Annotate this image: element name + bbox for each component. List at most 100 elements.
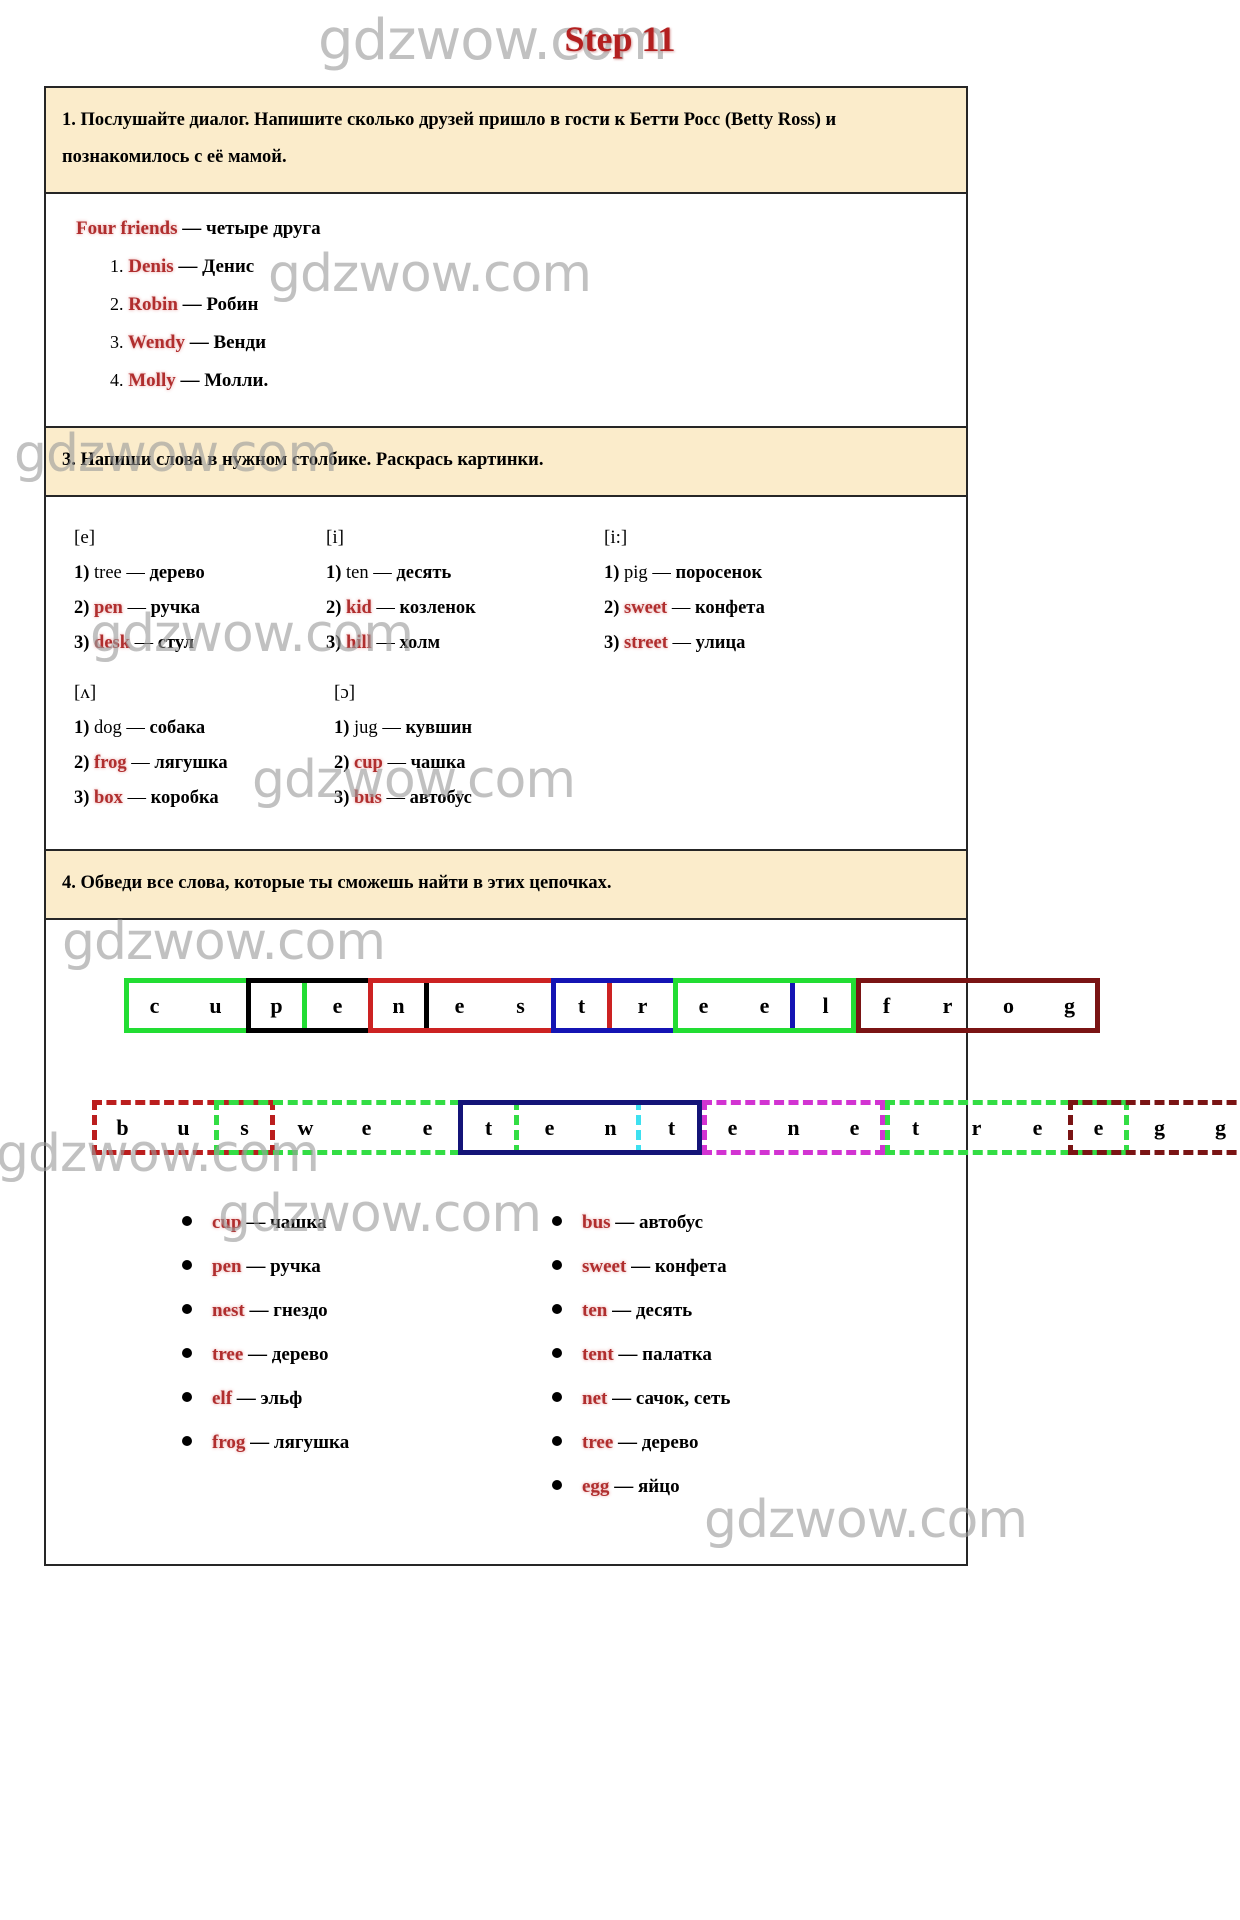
- answer-english: nest: [212, 1300, 245, 1321]
- phonetic-word-row: 1) dog — собака: [74, 718, 326, 739]
- letter-row: cupenestreelfrog: [124, 978, 1100, 1033]
- letter-chain-2[interactable]: busweetentenetreegg: [44, 1082, 1240, 1170]
- letter-cell[interactable]: w: [275, 1100, 336, 1155]
- list-item: 3. Wendy — Венди: [110, 332, 950, 354]
- bullet-icon: [182, 1392, 192, 1402]
- letter-cell[interactable]: s: [490, 978, 551, 1033]
- letter-cell[interactable]: r: [612, 978, 673, 1033]
- letter-cell[interactable]: e: [307, 978, 368, 1033]
- word-index: 3): [74, 788, 95, 808]
- list-item: nest — гнездо: [182, 1300, 506, 1322]
- list-number: 3.: [110, 332, 124, 352]
- name-russian: — Денис: [178, 256, 255, 277]
- letter-cell[interactable]: e: [336, 1100, 397, 1155]
- answer-dash: —: [609, 1476, 638, 1497]
- word-russian: холм: [399, 633, 441, 653]
- bullet-icon: [182, 1348, 192, 1358]
- letter-cell[interactable]: l: [795, 978, 856, 1033]
- answer-russian: яйцо: [637, 1476, 680, 1497]
- letter-cell[interactable]: p: [246, 978, 307, 1033]
- letter-cell[interactable]: e: [429, 978, 490, 1033]
- letter-cell[interactable]: n: [368, 978, 429, 1033]
- phonetic-word-row: 2) cup — чашка: [326, 753, 570, 774]
- word-index: 2): [334, 753, 355, 773]
- word-dash: —: [126, 753, 155, 773]
- list-item: tent — палатка: [552, 1344, 950, 1366]
- task-1-body: Four friends — четыре друга 1. Denis — Д…: [46, 194, 966, 426]
- list-number: 4.: [110, 370, 124, 390]
- letter-cell[interactable]: e: [824, 1100, 885, 1155]
- answer-english: elf: [212, 1388, 233, 1409]
- letter-cell[interactable]: n: [580, 1100, 641, 1155]
- letter-cell[interactable]: b: [92, 1100, 153, 1155]
- letter-cell[interactable]: e: [673, 978, 734, 1033]
- answer-dash: —: [607, 1300, 636, 1321]
- letter-cell[interactable]: e: [519, 1100, 580, 1155]
- answer-english: tree: [212, 1344, 244, 1365]
- letter-cell[interactable]: o: [978, 978, 1039, 1033]
- answer-english: tent: [582, 1344, 614, 1365]
- letter-cell[interactable]: e: [734, 978, 795, 1033]
- phonetic-column: [ɔ] 1) jug — кувшин 2) cup — чашка 3) bus —…: [326, 676, 570, 823]
- letter-cell[interactable]: f: [856, 978, 917, 1033]
- list-item: elf — эльф: [182, 1388, 506, 1410]
- letter-cell[interactable]: c: [124, 978, 185, 1033]
- letter-cell[interactable]: e: [397, 1100, 458, 1155]
- list-number: 1.: [110, 256, 124, 276]
- phonetic-word-row: 3) street — улица: [586, 633, 950, 654]
- letter-cell[interactable]: t: [551, 978, 612, 1033]
- word-english: pen: [94, 598, 123, 618]
- letter-cell[interactable]: r: [917, 978, 978, 1033]
- word-russian: козленок: [399, 598, 476, 618]
- letter-cell[interactable]: e: [702, 1100, 763, 1155]
- letter-chain-1[interactable]: cupenestreelfrog: [76, 960, 1100, 1048]
- task-1-intro: Four friends — четыре друга: [76, 218, 950, 240]
- word-russian: чашка: [410, 753, 466, 773]
- word-english: street: [624, 633, 668, 653]
- bullet-icon: [552, 1304, 562, 1314]
- answer-russian: десять: [635, 1300, 693, 1321]
- answer-russian: палатка: [642, 1344, 712, 1365]
- phonetic-word-row: 3) desk — стул: [74, 633, 326, 654]
- list-item: bus — автобус: [552, 1212, 950, 1234]
- answer-russian: автобус: [639, 1212, 704, 1233]
- word-english: sweet: [624, 598, 668, 618]
- letter-cell[interactable]: g: [1190, 1100, 1240, 1155]
- word-english: hill: [346, 633, 372, 653]
- letter-cell[interactable]: u: [153, 1100, 214, 1155]
- word-english: jug: [354, 718, 378, 738]
- phonetic-word-row: 2) frog — лягушка: [74, 753, 326, 774]
- list-item: sweet — конфета: [552, 1256, 950, 1278]
- list-item: pen — ручка: [182, 1256, 506, 1278]
- letter-cell[interactable]: e: [1007, 1100, 1068, 1155]
- list-item: 2. Robin — Робин: [110, 294, 950, 316]
- letter-cell[interactable]: e: [1068, 1100, 1129, 1155]
- letter-cell[interactable]: s: [214, 1100, 275, 1155]
- answer-english: net: [582, 1388, 608, 1409]
- phonetic-word-row: 1) pig — поросенок: [586, 563, 950, 584]
- list-item: cup — чашка: [182, 1212, 506, 1234]
- word-dash: —: [122, 598, 151, 618]
- letter-cell[interactable]: n: [763, 1100, 824, 1155]
- word-english: kid: [346, 598, 372, 618]
- bullet-icon: [552, 1436, 562, 1446]
- intro-english: Four friends: [76, 218, 178, 239]
- word-russian: кувшин: [405, 718, 473, 738]
- list-item: tree — дерево: [552, 1432, 950, 1454]
- word-dash: —: [130, 633, 158, 653]
- task-4-body: cupenestreelfrog busweetentenetreegg cup…: [46, 920, 1240, 1564]
- word-russian: десять: [396, 563, 452, 583]
- phonetic-grid-row-2: [ʌ] 1) dog — собака 2) frog — лягушка 3) bo…: [62, 672, 950, 831]
- letter-cell[interactable]: t: [885, 1100, 946, 1155]
- phonetic-word-row: 2) sweet — конфета: [586, 598, 950, 619]
- letter-cell[interactable]: g: [1129, 1100, 1190, 1155]
- letter-cell[interactable]: t: [641, 1100, 702, 1155]
- letter-cell[interactable]: r: [946, 1100, 1007, 1155]
- letter-cell[interactable]: u: [185, 978, 246, 1033]
- word-english: dog: [94, 718, 122, 738]
- letter-cell[interactable]: t: [458, 1100, 519, 1155]
- letter-cell[interactable]: g: [1039, 978, 1100, 1033]
- answer-english: egg: [582, 1476, 610, 1497]
- word-russian: автобус: [409, 788, 472, 808]
- answer-dash: —: [244, 1300, 274, 1321]
